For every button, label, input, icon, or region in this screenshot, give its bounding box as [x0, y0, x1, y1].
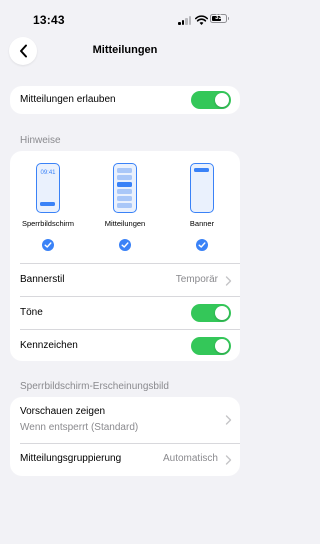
alert-style-lockscreen[interactable]: 09:41 Sperrbildschirm	[13, 163, 83, 253]
lockscreen-appearance-group: Vorschauen zeigen Wenn entsperrt (Standa…	[10, 397, 240, 476]
checkmark-icon	[42, 239, 54, 251]
alert-style-notification-center[interactable]: Mitteilungen	[90, 163, 160, 253]
allow-notifications-label: Mitteilungen erlauben	[20, 94, 116, 105]
banner-style-value: Temporär	[175, 274, 218, 285]
alert-style-label: Banner	[189, 219, 215, 228]
lockscreen-preview-time: 09:41	[40, 170, 56, 176]
notification-grouping-label: Mitteilungsgruppierung	[20, 453, 122, 464]
alert-style-label: Mitteilungen	[104, 219, 146, 228]
show-previews-value: Wenn entsperrt (Standard)	[20, 422, 139, 433]
alert-style-banner[interactable]: Banner	[167, 163, 237, 253]
hints-group: 09:41 Sperrbildschirm Mitteilungen Banne…	[10, 151, 240, 361]
status-bar: 13:43 33	[0, 0, 250, 36]
wifi-icon	[195, 13, 208, 25]
chevron-right-icon	[225, 415, 232, 425]
allow-notifications-row: Mitteilungen erlauben	[10, 86, 240, 114]
checkmark-icon	[119, 239, 131, 251]
notification-grouping-row[interactable]: Mitteilungsgruppierung Automatisch	[10, 444, 240, 476]
allow-notifications-group: Mitteilungen erlauben	[10, 86, 240, 114]
show-previews-label: Vorschauen zeigen	[20, 406, 106, 417]
sounds-row: Töne	[10, 297, 240, 329]
sounds-label: Töne	[20, 307, 43, 318]
section-header-lockscreen: Sperrbildschirm-Erscheinungsbild	[20, 381, 169, 392]
notification-center-preview-icon	[113, 163, 137, 213]
notification-grouping-value: Automatisch	[162, 453, 218, 464]
sounds-toggle[interactable]	[191, 304, 231, 322]
cellular-signal-icon	[178, 15, 192, 25]
checkmark-icon	[196, 239, 208, 251]
badges-row: Kennzeichen	[10, 330, 240, 361]
show-previews-row[interactable]: Vorschauen zeigen Wenn entsperrt (Standa…	[10, 397, 240, 443]
badges-toggle[interactable]	[191, 337, 231, 355]
notification-settings-screen: 13:43 33 Mitteilungen Mitteilungen erlau…	[0, 0, 250, 544]
chevron-right-icon	[225, 276, 232, 286]
banner-preview-icon	[190, 163, 214, 213]
alert-style-label: Sperrbildschirm	[21, 219, 75, 228]
allow-notifications-toggle[interactable]	[191, 91, 231, 109]
banner-style-row[interactable]: Bannerstil Temporär	[10, 264, 240, 296]
battery-level: 33	[215, 15, 222, 21]
section-header-hints: Hinweise	[20, 135, 61, 146]
chevron-right-icon	[225, 455, 232, 465]
battery-icon: 33	[210, 14, 229, 23]
status-time: 13:43	[33, 13, 65, 27]
lockscreen-preview-icon: 09:41	[36, 163, 60, 213]
banner-style-label: Bannerstil	[20, 274, 65, 285]
page-title: Mitteilungen	[92, 44, 158, 56]
badges-label: Kennzeichen	[20, 340, 78, 351]
